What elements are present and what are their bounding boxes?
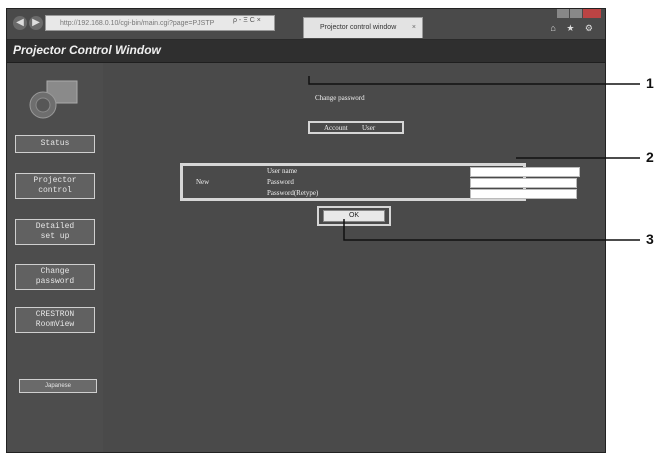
main-content: Change password Account User New User na… (103, 63, 605, 452)
forward-icon[interactable]: ▶ (29, 16, 43, 30)
password-input[interactable] (470, 178, 577, 188)
page-header: Projector Control Window (7, 40, 605, 63)
password-retype-label: Password(Retype) (267, 189, 319, 197)
back-icon[interactable]: ◀ (13, 16, 27, 30)
browser-toolbar: ◀ ▶ http://192.168.0.10/cgi-bin/main.cgi… (7, 9, 605, 40)
ok-button-frame: OK (317, 206, 391, 226)
callout-number-3: 3 (646, 231, 654, 247)
password-retype-input[interactable] (470, 189, 577, 199)
close-tab-icon[interactable]: × (412, 18, 416, 38)
language-button[interactable]: Japanese (19, 379, 97, 393)
tab-title: Projector control window (320, 24, 397, 31)
close-window-icon[interactable] (583, 9, 601, 18)
minimize-icon[interactable] (557, 9, 569, 18)
section-heading: Change password (315, 94, 365, 102)
account-box: Account User (308, 121, 404, 134)
account-label: Account (324, 124, 348, 132)
sidebar-item-detailed-set-up[interactable]: Detailed set up (15, 219, 95, 245)
sidebar-item-crestron-roomview[interactable]: CRESTRON RoomView (15, 307, 95, 333)
password-label: Password (267, 178, 294, 186)
username-label: User name (267, 167, 298, 175)
username-input[interactable] (470, 167, 580, 177)
callout-number-2: 2 (646, 149, 654, 165)
page-title: Projector Control Window (13, 43, 161, 57)
sidebar: Status Projector control Detailed set up… (7, 63, 103, 452)
callout-number-1: 1 (646, 75, 654, 91)
sidebar-item-change-password[interactable]: Change password (15, 264, 95, 290)
new-credentials-box: New User name Password Password(Retype) (180, 163, 580, 201)
browser-tab[interactable]: Projector control window × (303, 17, 423, 38)
toolbar-icons[interactable]: ⌂ ★ ⚙ (550, 23, 597, 34)
projector-logo-icon (29, 80, 78, 119)
sidebar-item-status[interactable]: Status (15, 135, 95, 153)
new-label: New (196, 178, 210, 186)
address-controls[interactable]: ρ - Ξ C × (233, 17, 261, 24)
ok-button[interactable]: OK (323, 210, 385, 222)
account-value: User (362, 124, 376, 132)
window-controls (557, 9, 601, 18)
maximize-icon[interactable] (570, 9, 582, 18)
browser-window: ◀ ▶ http://192.168.0.10/cgi-bin/main.cgi… (6, 8, 606, 453)
sidebar-item-projector-control[interactable]: Projector control (15, 173, 95, 199)
